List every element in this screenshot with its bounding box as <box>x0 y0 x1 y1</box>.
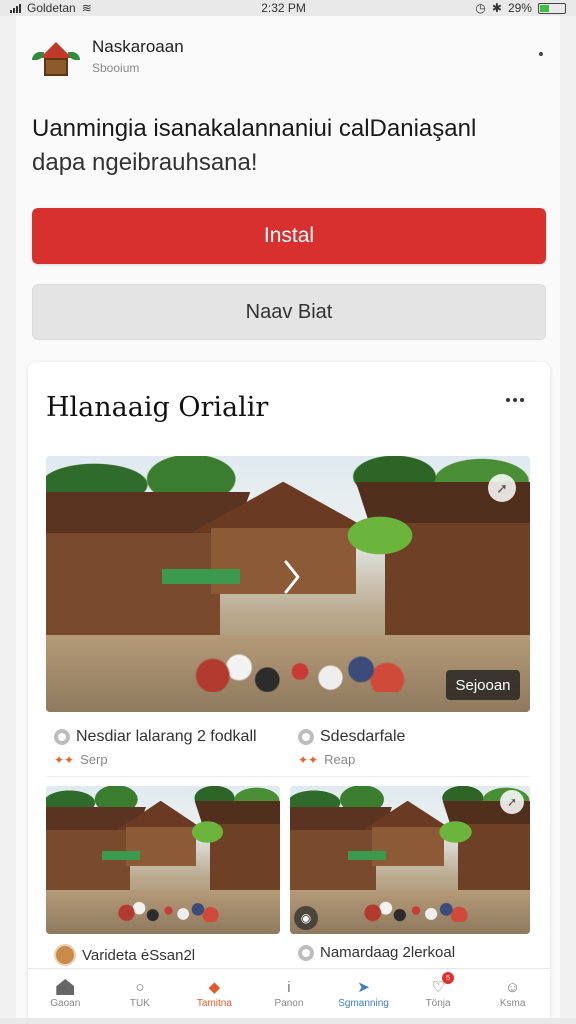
clock: 2:32 PM <box>261 1 306 15</box>
system-bar <box>0 1018 576 1024</box>
location-icon <box>298 729 314 745</box>
search-icon: ○ <box>135 978 145 996</box>
wifi-icon: ≋ <box>81 1 92 15</box>
install-button[interactable]: Instal <box>32 208 546 264</box>
meta-sub: Reap <box>324 752 356 767</box>
app-subtitle: Sbooium <box>92 61 140 75</box>
bluetooth-icon: ✱ <box>491 1 502 15</box>
chevron-right-icon[interactable] <box>282 558 302 596</box>
nav-info[interactable]: i Panon <box>258 978 320 1010</box>
headline: Uanmingia isanakalannaniui calDaniaşanl … <box>32 112 552 180</box>
panel-more-icon[interactable] <box>506 398 524 402</box>
meta-sub: Serp <box>80 752 108 767</box>
location-icon <box>298 944 314 961</box>
home-icon <box>55 978 75 996</box>
heart-icon: ♡ 5 <box>428 972 455 996</box>
more-options-icon[interactable] <box>536 44 546 64</box>
meta-title: Sdesdarfale <box>320 728 406 745</box>
meta-title: Nesdiar lalarang 2 fodkall <box>76 728 257 745</box>
nav-favorites[interactable]: ♡ 5 Tönja <box>407 972 469 1009</box>
nav-trending[interactable]: ◆ Tamitna <box>183 978 245 1009</box>
meta-title: Varideta ėSsan2l <box>82 946 196 964</box>
headline-line-1: Uanmingia isanakalannaniui calDaniaşanl <box>32 115 477 142</box>
app-header: Naskaroaan Sbooium <box>32 32 184 80</box>
expand-icon[interactable]: ➚ <box>488 474 516 502</box>
send-icon: ➤ <box>357 979 370 996</box>
gallery-thumbnail[interactable] <box>290 786 530 934</box>
gallery-thumbnail[interactable] <box>46 786 280 934</box>
thumbnail-meta: Varideta ėSsan2l <box>54 944 195 966</box>
location-icon <box>54 729 70 745</box>
panel-title: Hlanaaig Orialir <box>46 392 269 423</box>
nav-profile[interactable]: ☺ Ksma <box>482 978 544 1010</box>
notification-badge: 5 <box>442 972 455 984</box>
battery-icon <box>537 2 566 14</box>
nav-label: Gaoan <box>50 998 81 1009</box>
carrier-label: Goldetan <box>27 1 76 15</box>
app-logo <box>32 32 80 80</box>
image-overlay-label: Sejooan <box>446 670 520 700</box>
trending-icon: ◆ <box>208 979 221 996</box>
nav-label: Sgmanning <box>338 998 389 1009</box>
divider <box>46 776 530 777</box>
main-meta-right: Sdesdarfale ✦✦ Reap <box>298 728 405 767</box>
info-icon: i <box>287 978 291 996</box>
bottom-navigation: Gaoan ○ TUK ◆ Tamitna i Panon ➤ Sgmannin… <box>28 968 550 1018</box>
meta-title: Namardaag 2lerkoal <box>320 944 456 961</box>
nav-search[interactable]: ○ TUK <box>109 978 171 1010</box>
nav-home[interactable]: Gaoan <box>34 978 96 1009</box>
play-icon[interactable]: ◉ <box>294 906 318 930</box>
avatar <box>54 944 76 966</box>
nav-label: Panon <box>274 998 304 1009</box>
expand-icon[interactable]: ➚ <box>500 790 524 814</box>
battery-percent: 29% <box>507 1 532 15</box>
app-name: Naskaroaan <box>92 37 184 56</box>
signal-icon <box>10 3 21 13</box>
nav-label: TUK <box>129 998 150 1009</box>
nav-label: Ksma <box>499 998 526 1009</box>
nav-label: Tamitna <box>196 998 232 1009</box>
headline-line-2: dapa ngeibrauhsana! <box>32 149 258 176</box>
fire-icon: ✦✦ <box>298 752 319 767</box>
profile-icon: ☺ <box>504 978 521 996</box>
thumbnail-meta: Namardaag 2lerkoal <box>298 944 455 961</box>
alarm-icon: ◷ <box>475 1 486 15</box>
nav-send[interactable]: ➤ Sgmanning <box>333 978 395 1009</box>
secondary-button[interactable]: Naav Biat <box>32 284 546 340</box>
status-bar: Goldetan ≋ 2:32 PM ◷ ✱ 29% <box>0 0 576 16</box>
main-meta-left: Nesdiar lalarang 2 fodkall ✦✦ Serp <box>54 728 257 767</box>
nav-label: Tönja <box>425 998 451 1009</box>
fire-icon: ✦✦ <box>54 752 75 767</box>
